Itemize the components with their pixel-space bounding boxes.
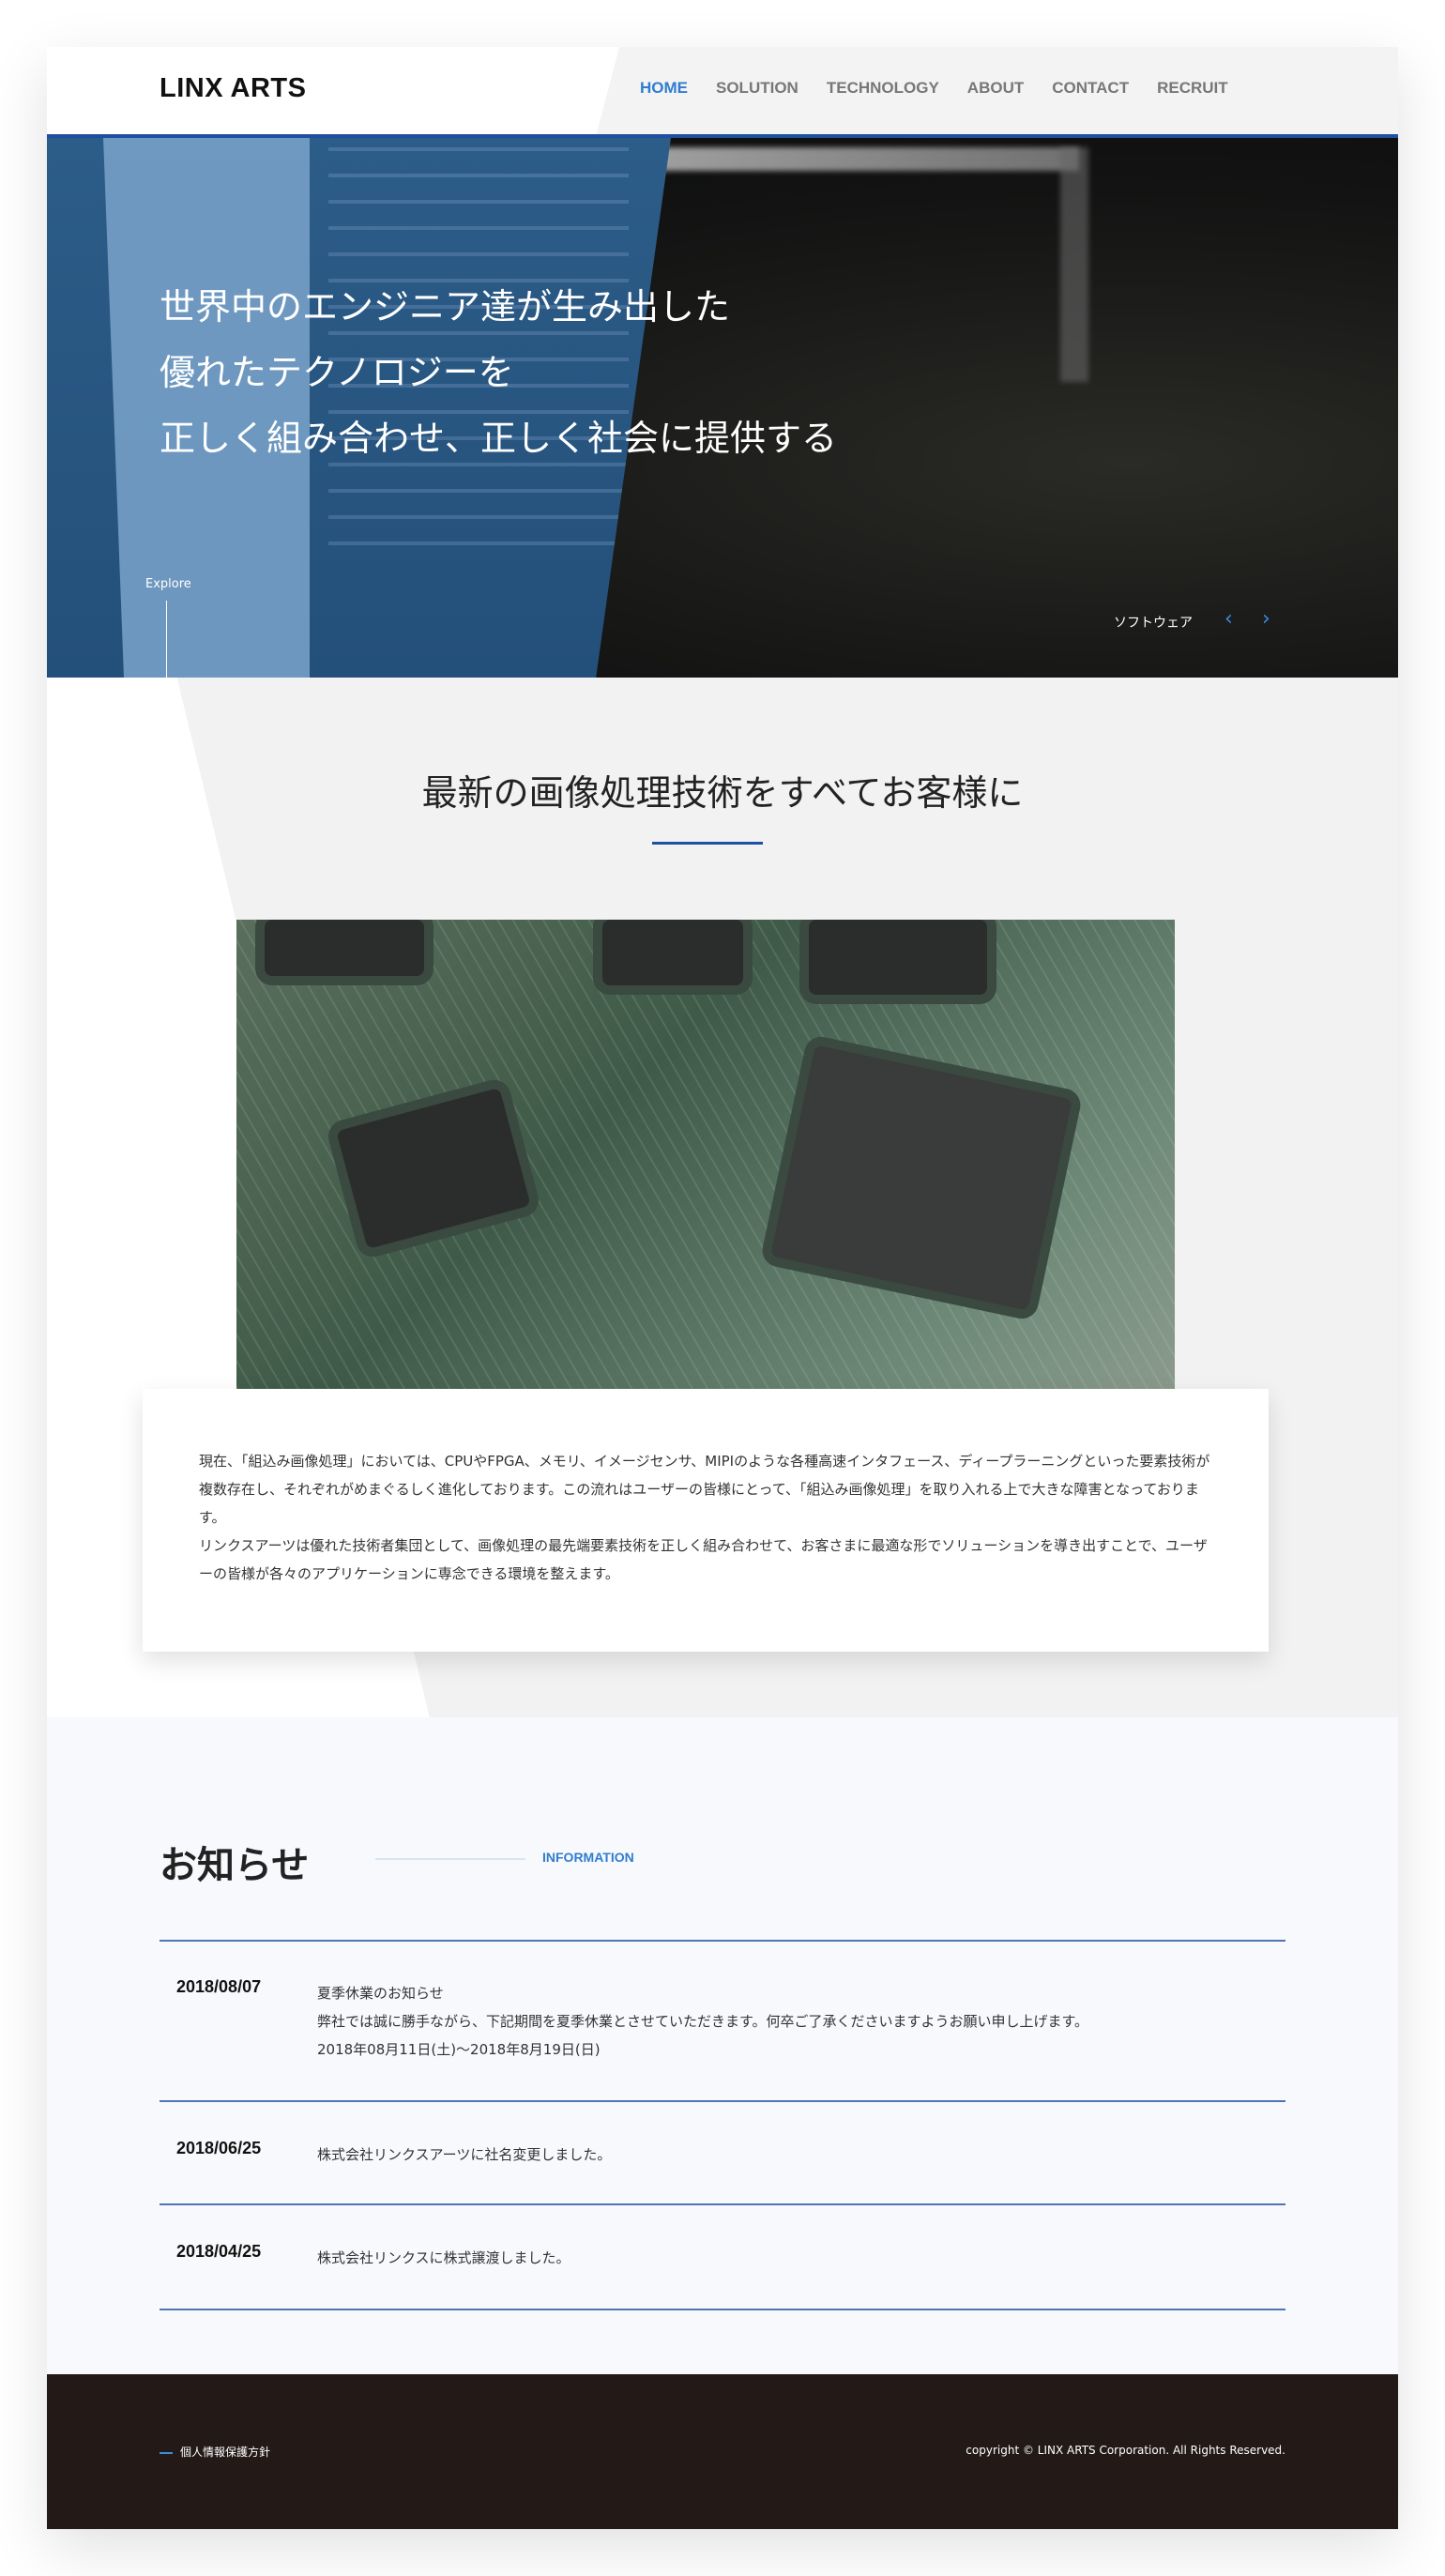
nav-contact[interactable]: CONTACT [1052, 79, 1129, 98]
site-footer: 個人情報保護方針 copyright © LINX ARTS Corporati… [47, 2374, 1398, 2529]
intro-paragraph: 現在、「組込み画像処理」においては、CPUやFPGA、メモリ、イメージセンサ、M… [199, 1453, 1210, 1526]
divider [160, 1940, 1285, 1942]
logo[interactable]: LINX ARTS [160, 73, 306, 104]
chevron-right-icon[interactable]: › [1262, 607, 1270, 631]
intro-paragraph: リンクスアーツは優れた技術者集団として、画像処理の最先端要素技術を正しく組み合わ… [199, 1537, 1208, 1582]
tagline-line: 世界中のエンジニア達が生み出した [160, 286, 731, 328]
explore-line [166, 601, 167, 678]
nav-home[interactable]: HOME [640, 79, 688, 98]
news-text: 弊社では誠に勝手ながら、下記期間を夏季休業とさせていただきます。何卒ご了承くださ… [317, 2013, 1089, 2030]
news-section: お知らせ INFORMATION 2018/08/07 夏季休業のお知らせ 弊社… [47, 1717, 1398, 2374]
pcb-image [236, 920, 1175, 1389]
hero-image-monitor [647, 147, 1079, 171]
divider [160, 2309, 1285, 2310]
news-title-line [375, 1858, 525, 1860]
section-title: 最新の画像処理技術をすべてお客様に [421, 772, 1024, 814]
pcb-chip [265, 920, 424, 976]
pcb-chip [602, 920, 743, 985]
news-date: 2018/06/25 [176, 2139, 262, 2157]
news-title: お知らせ [160, 1844, 310, 1887]
tagline-line: 優れたテクノロジーを [160, 352, 514, 393]
nav-technology[interactable]: TECHNOLOGY [827, 79, 939, 98]
privacy-policy-link[interactable]: 個人情報保護方針 [160, 2444, 270, 2460]
news-text: 株式会社リンクスに株式譲渡しました。 [317, 2249, 570, 2266]
news-body: 株式会社リンクスに株式譲渡しました。 [317, 2244, 570, 2272]
news-text: 夏季休業のお知らせ [317, 1985, 444, 2002]
divider [160, 2100, 1285, 2102]
hero-image-monitor-edge [1060, 147, 1088, 382]
intro-section: 最新の画像処理技術をすべてお客様に 現在、「組込み画像処理」においては、CPUや… [47, 678, 1398, 1764]
site-header: LINX ARTS HOME SOLUTION TECHNOLOGY ABOUT… [47, 47, 1398, 134]
nav-about[interactable]: ABOUT [967, 79, 1024, 98]
hero-slider: 世界中のエンジニア達が生み出した 優れたテクノロジーを 正しく組み合わせ、正しく… [47, 138, 1398, 678]
news-date: 2018/04/25 [176, 2242, 262, 2261]
main-nav: HOME SOLUTION TECHNOLOGY ABOUT CONTACT R… [640, 79, 1228, 98]
news-body: 夏季休業のお知らせ 弊社では誠に勝手ながら、下記期間を夏季休業とさせていただきま… [317, 1979, 1088, 2064]
page: LINX ARTS HOME SOLUTION TECHNOLOGY ABOUT… [47, 47, 1398, 2529]
news-body: 株式会社リンクスアーツに社名変更しました。 [317, 2141, 611, 2169]
divider [160, 2203, 1285, 2205]
hero-tagline: 世界中のエンジニア達が生み出した 優れたテクノロジーを 正しく組み合わせ、正しく… [160, 274, 837, 471]
tagline-line: 正しく組み合わせ、正しく社会に提供する [160, 418, 838, 459]
news-date: 2018/08/07 [176, 1977, 262, 1996]
nav-recruit[interactable]: RECRUIT [1157, 79, 1228, 98]
pcb-chip [809, 920, 987, 995]
chevron-left-icon[interactable]: ‹ [1224, 607, 1233, 631]
header-white-panel [47, 47, 619, 134]
intro-text-card: 現在、「組込み画像処理」においては、CPUやFPGA、メモリ、イメージセンサ、M… [143, 1389, 1269, 1652]
slide-label: ソフトウェア [1114, 616, 1193, 631]
explore-link[interactable]: Explore [145, 577, 191, 591]
nav-solution[interactable]: SOLUTION [716, 79, 799, 98]
copyright: copyright © LINX ARTS Corporation. All R… [966, 2444, 1285, 2457]
privacy-policy-label: 個人情報保護方針 [180, 2446, 271, 2459]
news-subtitle: INFORMATION [542, 1850, 634, 1865]
dash-icon [160, 2451, 173, 2454]
news-text: 2018年08月11日(土)～2018年8月19日(日) [317, 2041, 601, 2058]
title-underline [652, 842, 763, 845]
news-text: 株式会社リンクスアーツに社名変更しました。 [317, 2146, 612, 2163]
